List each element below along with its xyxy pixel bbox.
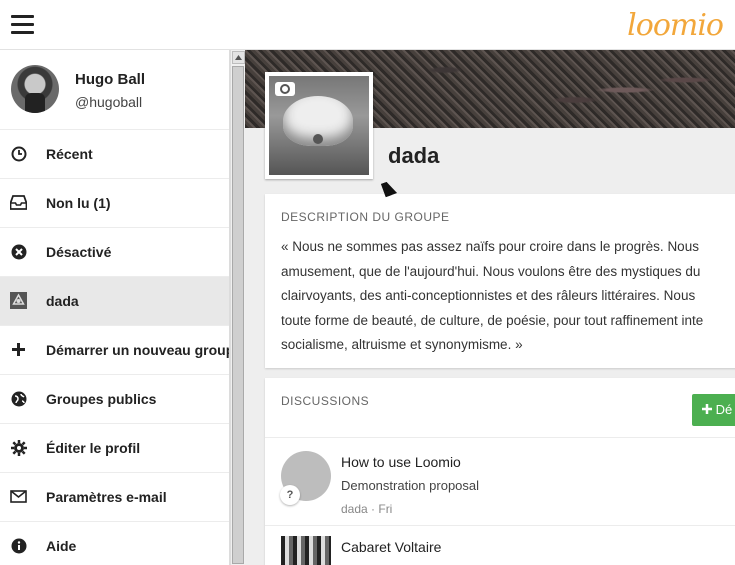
envelope-icon xyxy=(10,488,27,505)
clock-icon xyxy=(10,145,27,162)
sidebar-item-public-groups[interactable]: Groupes publics xyxy=(0,375,229,424)
loomio-logo[interactable]: loomio xyxy=(627,8,724,43)
description-line: toute forme de beauté, de culture, de po… xyxy=(281,312,704,328)
info-icon xyxy=(10,537,27,554)
sidebar-item-label: Paramètres e-mail xyxy=(46,489,167,505)
plus-icon xyxy=(702,404,712,414)
sidebar-item-label: Démarrer un nouveau groupe xyxy=(46,342,230,358)
menu-icon[interactable] xyxy=(11,15,34,35)
discussion-thumbnail xyxy=(281,536,331,565)
sidebar-item-new-group[interactable]: Démarrer un nouveau groupe xyxy=(0,326,229,375)
sidebar-item-recent[interactable]: Récent xyxy=(0,130,229,179)
discussion-item[interactable]: Cabaret Voltaire xyxy=(265,525,735,565)
discussion-subtitle: Demonstration proposal xyxy=(341,478,480,493)
sidebar-item-label: Non lu (1) xyxy=(46,195,111,211)
discussion-item[interactable]: ? How to use Loomio Demonstration propos… xyxy=(265,437,735,524)
description-line: clairvoyants, des anti-conceptionnistes … xyxy=(281,288,696,303)
inbox-icon xyxy=(10,194,27,211)
muted-icon xyxy=(10,243,27,260)
sidebar-item-label: Éditer le profil xyxy=(46,440,141,456)
group-description-card: DESCRIPTION DU GROUPE « Nous ne sommes p… xyxy=(265,194,735,368)
sidebar-scrollbar[interactable] xyxy=(230,50,245,565)
sidebar-item-muted[interactable]: Désactivé xyxy=(0,228,229,277)
sidebar: Hugo Ball @hugoball Récent Non lu (1) Dé… xyxy=(0,50,230,565)
group-title: dada xyxy=(388,143,440,168)
scrollbar-thumb[interactable] xyxy=(232,66,244,564)
discussions-heading: DISCUSSIONS xyxy=(281,394,370,408)
sidebar-item-label: Désactivé xyxy=(46,244,112,260)
description-text: « Nous ne sommes pas assez naïfs pour cr… xyxy=(281,235,735,358)
new-discussion-button[interactable]: Dé xyxy=(692,394,735,426)
description-line: amusement, que de l'aujourd'hui. Nous vo… xyxy=(281,263,701,279)
gear-icon xyxy=(10,439,27,456)
discussion-title[interactable]: Cabaret Voltaire xyxy=(341,539,441,555)
description-line: socialisme, altruisme et synonymisme. » xyxy=(281,337,523,352)
sidebar-item-label: dada xyxy=(46,293,79,309)
discussions-card: DISCUSSIONS Dé ? How to use Loomio Demon… xyxy=(265,378,735,565)
new-discussion-label: Dé xyxy=(715,402,733,417)
question-mark-icon: ? xyxy=(280,485,300,505)
sidebar-item-label: Groupes publics xyxy=(46,391,157,407)
top-bar: loomio xyxy=(0,0,735,50)
globe-icon xyxy=(10,390,27,407)
discussion-meta: dada · Fri xyxy=(341,502,393,516)
main-content: dada DESCRIPTION DU GROUPE « Nous ne som… xyxy=(245,50,735,565)
group-icon xyxy=(10,292,27,309)
user-profile[interactable]: Hugo Ball @hugoball xyxy=(0,50,229,130)
scroll-up-arrow-icon[interactable] xyxy=(232,51,245,64)
user-handle: @hugoball xyxy=(75,94,143,110)
discussion-title[interactable]: How to use Loomio xyxy=(341,454,461,470)
camera-icon[interactable] xyxy=(275,82,295,96)
sidebar-item-unread[interactable]: Non lu (1) xyxy=(0,179,229,228)
plus-icon xyxy=(10,341,27,358)
sidebar-item-label: Aide xyxy=(46,538,77,554)
sidebar-item-dada[interactable]: dada xyxy=(0,277,229,326)
sidebar-item-label: Récent xyxy=(46,146,93,162)
user-name: Hugo Ball xyxy=(75,71,145,88)
sidebar-item-email-settings[interactable]: Paramètres e-mail xyxy=(0,473,229,522)
group-photo xyxy=(265,72,373,179)
description-line: « Nous ne sommes pas assez naïfs pour cr… xyxy=(281,239,699,254)
avatar xyxy=(11,65,59,113)
sidebar-item-edit-profile[interactable]: Éditer le profil xyxy=(0,424,229,473)
description-heading: DESCRIPTION DU GROUPE xyxy=(281,210,450,224)
sidebar-item-help[interactable]: Aide xyxy=(0,522,229,565)
